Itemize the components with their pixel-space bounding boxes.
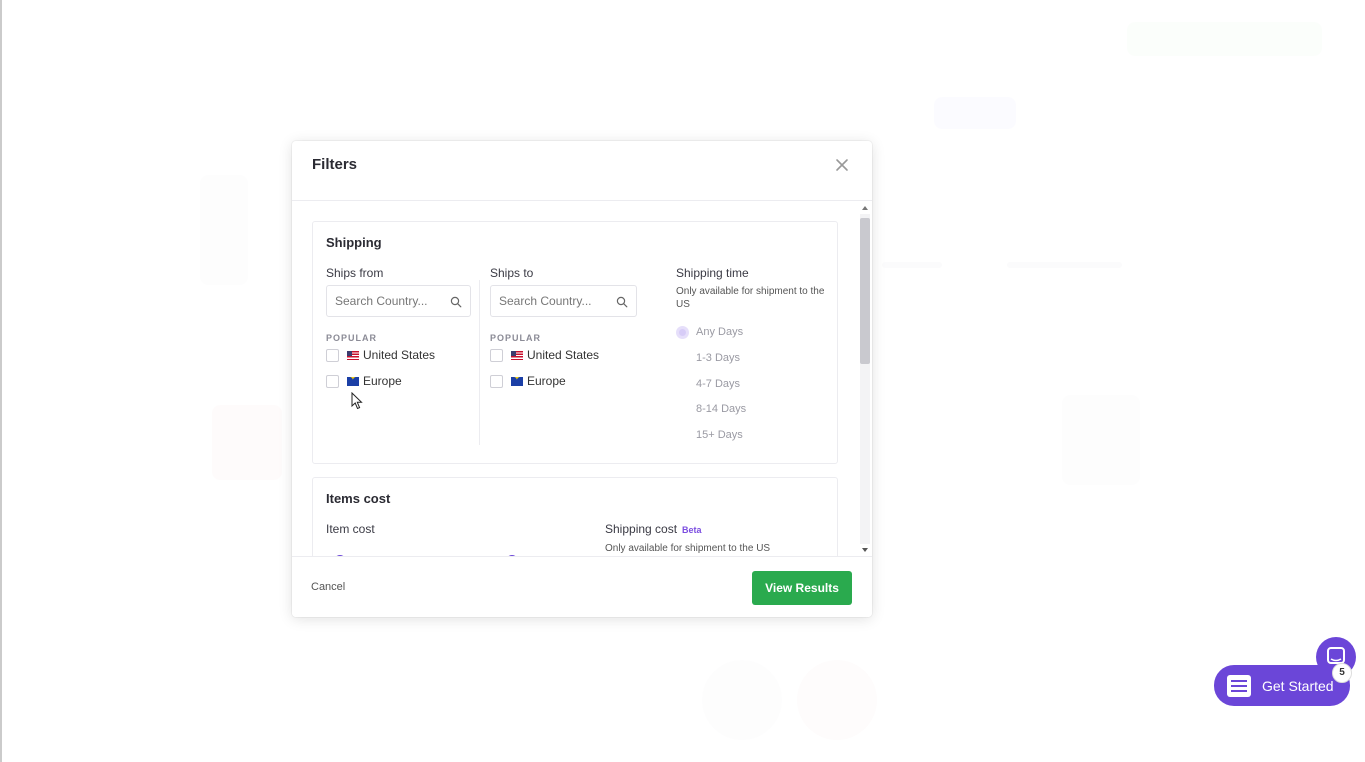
- ships-from-europe-label: Europe: [363, 374, 402, 388]
- cancel-button[interactable]: Cancel: [311, 581, 345, 593]
- ships-from-us-checkbox[interactable]: [326, 348, 339, 362]
- radio[interactable]: [676, 352, 689, 365]
- ships-to-option-us[interactable]: United States: [490, 347, 599, 363]
- shipping-time-8-14-label: 8-14 Days: [696, 403, 747, 415]
- shipping-time-option-4-7[interactable]: 4-7 Days: [676, 377, 740, 391]
- shipping-time-option-any[interactable]: Any Days: [676, 325, 743, 339]
- mouse-cursor-icon: [351, 392, 363, 410]
- items-cost-title: Items cost: [326, 491, 391, 506]
- radio[interactable]: [676, 429, 689, 442]
- scroll-up-arrow[interactable]: [862, 206, 868, 210]
- ships-from-popular-label: POPULAR: [326, 333, 378, 343]
- scroll-thumb[interactable]: [860, 218, 870, 364]
- shipping-time-note: Only available for shipment to the US: [676, 286, 825, 310]
- book-icon: [1227, 674, 1251, 697]
- radio[interactable]: [676, 378, 689, 391]
- shipping-time-15-plus-label: 15+ Days: [696, 429, 743, 441]
- column-divider: [479, 280, 480, 445]
- ships-from-option-us[interactable]: United States: [326, 347, 435, 363]
- ships-to-us-checkbox[interactable]: [490, 348, 503, 362]
- ships-to-option-europe[interactable]: Europe: [490, 373, 566, 389]
- get-started-label: Get Started: [1262, 677, 1334, 694]
- ships-to-search-input[interactable]: [499, 294, 599, 308]
- us-flag-icon: [511, 350, 523, 360]
- ships-from-europe-checkbox[interactable]: [326, 374, 339, 388]
- get-started-button[interactable]: Get Started: [1214, 665, 1350, 706]
- modal-body[interactable]: Shipping Ships from POPULAR United State…: [292, 202, 872, 556]
- close-icon: [836, 159, 848, 171]
- radio[interactable]: [676, 403, 689, 416]
- item-cost-label: Item cost: [326, 522, 375, 536]
- beta-badge: Beta: [682, 525, 702, 535]
- shipping-title: Shipping: [326, 235, 382, 250]
- modal-scrollbar[interactable]: [856, 206, 870, 552]
- view-results-button[interactable]: View Results: [752, 571, 852, 605]
- shipping-time-1-3-label: 1-3 Days: [696, 352, 741, 364]
- shipping-cost-note: Only available for shipment to the US: [605, 543, 771, 554]
- search-icon: [450, 296, 462, 308]
- scroll-down-arrow[interactable]: [862, 548, 868, 552]
- ships-to-us-label: United States: [527, 348, 600, 362]
- ships-from-label: Ships from: [326, 266, 384, 280]
- us-flag-icon: [347, 350, 359, 360]
- ships-to-search[interactable]: [490, 285, 637, 317]
- ships-to-europe-checkbox[interactable]: [490, 374, 503, 388]
- shipping-time-4-7-label: 4-7 Days: [696, 378, 741, 390]
- items-cost-card: Items cost Item cost Shipping cost Beta O…: [312, 477, 838, 556]
- modal-header: Filters: [292, 141, 872, 201]
- ships-to-europe-label: Europe: [527, 374, 566, 388]
- shipping-time-option-1-3[interactable]: 1-3 Days: [676, 351, 740, 365]
- modal-title: Filters: [312, 156, 358, 173]
- shipping-cost-label-row: Shipping cost Beta: [605, 522, 702, 536]
- ships-from-option-europe[interactable]: Europe: [326, 373, 402, 389]
- search-icon: [616, 296, 628, 308]
- ships-to-label: Ships to: [490, 266, 534, 280]
- shipping-card: Shipping Ships from POPULAR United State…: [312, 221, 838, 464]
- notification-badge: 5: [1332, 663, 1352, 683]
- radio-selected[interactable]: [676, 325, 689, 339]
- ships-from-search[interactable]: [326, 285, 471, 317]
- shipping-time-label: Shipping time: [676, 266, 749, 280]
- modal-footer: Cancel View Results: [292, 556, 872, 617]
- shipping-time-any-label: Any Days: [696, 326, 744, 338]
- close-button[interactable]: [834, 157, 850, 173]
- ships-from-search-input[interactable]: [335, 294, 435, 308]
- filters-modal: Filters Shipping Ships from POPULAR: [292, 141, 872, 617]
- eu-flag-icon: [511, 376, 523, 386]
- shipping-time-option-15-plus[interactable]: 15+ Days: [676, 428, 743, 442]
- shipping-time-option-8-14[interactable]: 8-14 Days: [676, 402, 746, 416]
- eu-flag-icon: [347, 376, 359, 386]
- ships-from-us-label: United States: [363, 348, 436, 362]
- shipping-cost-label: Shipping cost: [605, 522, 678, 536]
- ships-to-popular-label: POPULAR: [490, 333, 542, 343]
